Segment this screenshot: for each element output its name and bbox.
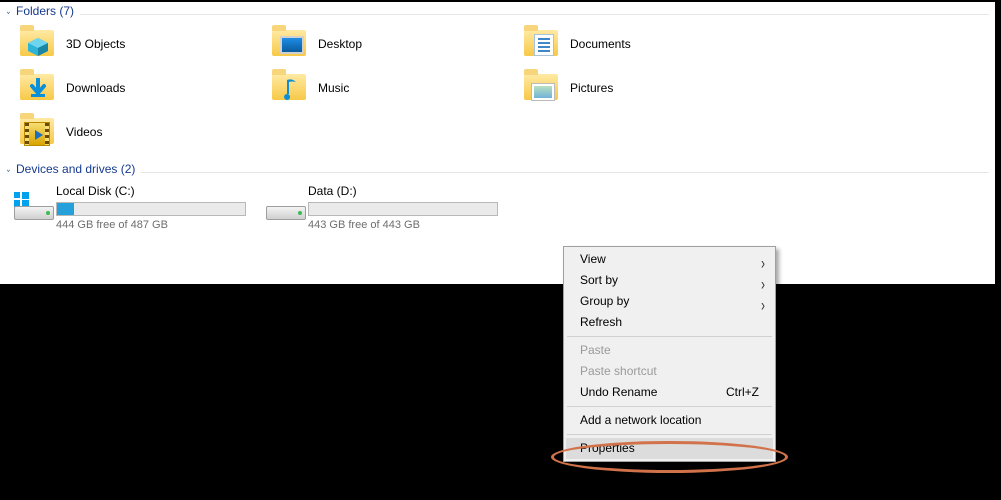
music-icon: [270, 70, 310, 106]
divider: [141, 172, 989, 173]
divider: [80, 14, 989, 15]
folder-music[interactable]: Music: [266, 66, 518, 110]
drive-free-text: 444 GB free of 487 GB: [56, 219, 246, 231]
chevron-down-icon: ⌄: [6, 164, 13, 175]
folder-label: Downloads: [66, 81, 125, 95]
drive-free-text: 443 GB free of 443 GB: [308, 219, 498, 231]
videos-icon: [18, 114, 58, 150]
drive-icon: [266, 184, 302, 226]
documents-icon: [522, 26, 562, 62]
menu-paste-shortcut: Paste shortcut: [566, 361, 773, 382]
folder-label: Pictures: [570, 81, 613, 95]
folders-section-title: Folders (7): [16, 4, 74, 18]
desktop-icon: [270, 26, 310, 62]
menu-label: View: [580, 252, 606, 266]
pictures-icon: [522, 70, 562, 106]
menu-separator: [567, 406, 772, 407]
folders-section-header[interactable]: ⌄ Folders (7): [0, 2, 995, 20]
menu-separator: [567, 336, 772, 337]
folder-videos[interactable]: Videos: [14, 110, 266, 154]
menu-refresh[interactable]: Refresh: [566, 312, 773, 333]
drive-local-disk-c[interactable]: Local Disk (C:) 444 GB free of 487 GB: [10, 182, 262, 233]
menu-undo-rename[interactable]: Undo Rename Ctrl+Z: [566, 382, 773, 403]
folder-downloads[interactable]: Downloads: [14, 66, 266, 110]
folder-label: Documents: [570, 37, 631, 51]
capacity-bar: [56, 202, 246, 216]
menu-shortcut: Ctrl+Z: [726, 382, 759, 403]
menu-label: Refresh: [580, 315, 622, 329]
folder-documents[interactable]: Documents: [518, 22, 770, 66]
menu-label: Sort by: [580, 273, 618, 287]
drives-section-header[interactable]: ⌄ Devices and drives (2): [0, 160, 995, 178]
menu-view[interactable]: View ›: [566, 249, 773, 270]
drives-section-title: Devices and drives (2): [16, 162, 135, 176]
menu-label: Group by: [580, 294, 629, 308]
folder-label: Desktop: [318, 37, 362, 51]
folder-pictures[interactable]: Pictures: [518, 66, 770, 110]
menu-add-network-location[interactable]: Add a network location: [566, 410, 773, 431]
drive-icon: [14, 184, 50, 226]
drive-name: Local Disk (C:): [56, 184, 246, 198]
folder-label: Music: [318, 81, 349, 95]
chevron-down-icon: ⌄: [6, 6, 13, 17]
this-pc-view[interactable]: ⌄ Folders (7) 3D Objects Desktop Documen…: [0, 0, 997, 284]
folders-grid: 3D Objects Desktop Documents Downloads: [0, 20, 995, 160]
downloads-icon: [18, 70, 58, 106]
menu-label: Add a network location: [580, 413, 701, 427]
menu-separator: [567, 434, 772, 435]
folder-label: Videos: [66, 125, 102, 139]
menu-label: Paste: [580, 343, 611, 357]
folder-3d-objects[interactable]: 3D Objects: [14, 22, 266, 66]
menu-label: Undo Rename: [580, 385, 657, 399]
menu-sort-by[interactable]: Sort by ›: [566, 270, 773, 291]
folder-label: 3D Objects: [66, 37, 125, 51]
folder-desktop[interactable]: Desktop: [266, 22, 518, 66]
drives-row: Local Disk (C:) 444 GB free of 487 GB Da…: [0, 178, 995, 233]
drive-name: Data (D:): [308, 184, 498, 198]
menu-label: Properties: [580, 441, 635, 455]
drive-data-d[interactable]: Data (D:) 443 GB free of 443 GB: [262, 182, 514, 233]
menu-paste: Paste: [566, 340, 773, 361]
menu-group-by[interactable]: Group by ›: [566, 291, 773, 312]
menu-properties[interactable]: Properties: [566, 438, 773, 459]
menu-label: Paste shortcut: [580, 364, 657, 378]
capacity-bar: [308, 202, 498, 216]
context-menu[interactable]: View › Sort by › Group by › Refresh Past…: [563, 246, 776, 462]
3d-objects-icon: [18, 26, 58, 62]
